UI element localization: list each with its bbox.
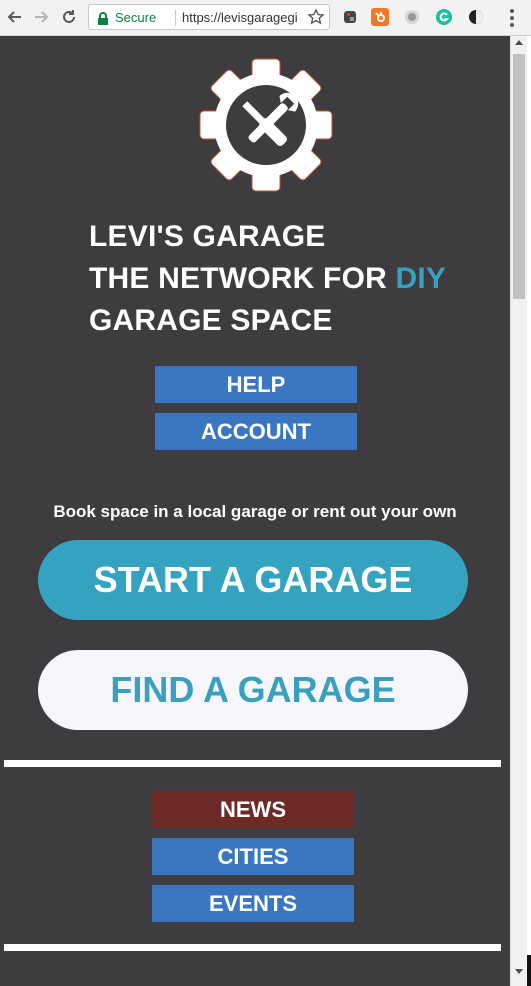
window-edge — [527, 36, 531, 986]
forward-icon[interactable] — [30, 6, 52, 28]
scroll-thumb[interactable] — [513, 54, 525, 299]
dark-mode-icon[interactable] — [467, 8, 485, 26]
extension-icon[interactable] — [403, 8, 421, 26]
events-button[interactable]: EVENTS — [152, 885, 354, 922]
tagline: Book space in a local garage or rent out… — [53, 502, 457, 521]
news-button[interactable]: NEWS — [152, 791, 354, 828]
evernote-icon[interactable] — [341, 8, 359, 26]
title-accent-diy: DIY — [395, 262, 447, 295]
find-garage-button[interactable]: FIND A GARAGE — [38, 650, 468, 730]
menu-icon[interactable] — [504, 9, 520, 27]
title-line-1: LEVI'S GARAGE — [89, 220, 326, 253]
account-button[interactable]: ACCOUNT — [155, 413, 357, 450]
star-icon[interactable] — [307, 8, 325, 29]
page-content: LEVI'S GARAGE THE NETWORK FOR DIY GARAGE… — [0, 36, 510, 986]
divider-bottom — [4, 944, 501, 951]
title-line-3: GARAGE SPACE — [89, 304, 333, 337]
page-title: LEVI'S GARAGE THE NETWORK FOR DIY GARAGE… — [89, 216, 446, 342]
vertical-scrollbar[interactable] — [510, 36, 527, 986]
browser-toolbar: Secure https://levisgaragegi — [0, 0, 531, 36]
grammarly-icon[interactable] — [435, 8, 453, 26]
title-line-2: THE NETWORK FOR DIY — [89, 258, 446, 300]
window-edge-dark — [527, 955, 531, 986]
scroll-up-arrow-icon[interactable] — [515, 40, 523, 45]
scroll-down-arrow-icon[interactable] — [515, 969, 523, 974]
separator — [175, 10, 176, 26]
divider-top — [4, 760, 501, 767]
title-line-2-prefix: THE NETWORK FOR — [89, 262, 396, 295]
url-text[interactable]: https://levisgaragegi — [182, 10, 298, 25]
address-bar[interactable]: Secure https://levisgaragegi — [88, 4, 330, 30]
hubspot-icon[interactable] — [371, 8, 389, 26]
gear-wrench-logo-icon — [197, 56, 335, 194]
lock-icon — [97, 11, 109, 29]
cities-button[interactable]: CITIES — [152, 838, 354, 875]
secure-label: Secure — [115, 10, 157, 25]
help-button[interactable]: HELP — [155, 366, 357, 403]
start-garage-button[interactable]: START A GARAGE — [38, 540, 468, 620]
reload-icon[interactable] — [58, 6, 80, 28]
back-icon[interactable] — [4, 6, 26, 28]
